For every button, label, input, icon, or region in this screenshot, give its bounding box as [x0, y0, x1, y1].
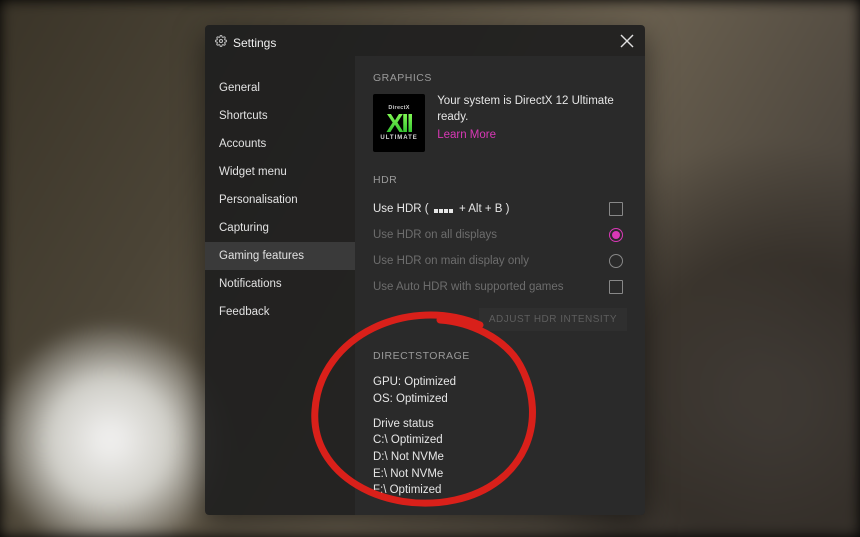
sidebar-item-label: Widget menu: [219, 166, 287, 178]
ds-drive-e: E:\ Not NVMe: [373, 466, 627, 483]
windows-key-icon: [434, 209, 454, 214]
sidebar-item-label: Personalisation: [219, 194, 298, 206]
sidebar-item-label: General: [219, 82, 260, 94]
sidebar-item-label: Feedback: [219, 306, 270, 318]
gear-icon: [215, 35, 227, 50]
settings-window: Settings General Shortcuts Accounts Widg…: [205, 25, 645, 515]
directstorage-section-header: DIRECTSTORAGE: [373, 349, 627, 364]
use-hdr-row: Use HDR ( + Alt + B ): [373, 196, 627, 222]
ds-gpu-status: GPU: Optimized: [373, 374, 627, 391]
sidebar-item-label: Shortcuts: [219, 110, 268, 122]
sidebar-item-capturing[interactable]: Capturing: [205, 214, 355, 242]
sidebar: General Shortcuts Accounts Widget menu P…: [205, 56, 355, 515]
sidebar-item-general[interactable]: General: [205, 74, 355, 102]
ds-os-status: OS: Optimized: [373, 391, 627, 408]
directx-status-text: Your system is DirectX 12 Ultimate ready…: [437, 94, 627, 125]
titlebar: Settings: [205, 25, 645, 56]
hdr-main-display-radio[interactable]: [609, 254, 623, 268]
adjust-hdr-intensity-button[interactable]: ADJUST HDR INTENSITY: [479, 308, 627, 331]
directstorage-section: DIRECTSTORAGE GPU: Optimized OS: Optimiz…: [373, 349, 627, 499]
sidebar-item-notifications[interactable]: Notifications: [205, 270, 355, 298]
ds-drive-c: C:\ Optimized: [373, 432, 627, 449]
auto-hdr-checkbox[interactable]: [609, 280, 623, 294]
ds-drive-d: D:\ Not NVMe: [373, 449, 627, 466]
window-title: Settings: [233, 36, 276, 50]
content-pane: GRAPHICS DirectX XII ULTIMATE Your syste…: [355, 56, 645, 515]
sidebar-item-feedback[interactable]: Feedback: [205, 298, 355, 326]
sidebar-item-shortcuts[interactable]: Shortcuts: [205, 102, 355, 130]
sidebar-item-gaming-features[interactable]: Gaming features: [205, 242, 355, 270]
directx-badge: DirectX XII ULTIMATE: [373, 94, 425, 152]
hdr-all-displays-radio[interactable]: [609, 228, 623, 242]
hdr-main-display-row: Use HDR on main display only: [373, 248, 627, 274]
hdr-all-displays-row: Use HDR on all displays: [373, 222, 627, 248]
ds-drive-f: F:\ Optimized: [373, 482, 627, 499]
sidebar-item-accounts[interactable]: Accounts: [205, 130, 355, 158]
close-button[interactable]: [619, 33, 635, 52]
sidebar-item-personalisation[interactable]: Personalisation: [205, 186, 355, 214]
sidebar-item-label: Notifications: [219, 278, 282, 290]
sidebar-item-label: Accounts: [219, 138, 266, 150]
sidebar-item-label: Capturing: [219, 222, 269, 234]
ds-drive-status-header: Drive status: [373, 416, 627, 433]
sidebar-item-widget-menu[interactable]: Widget menu: [205, 158, 355, 186]
learn-more-link[interactable]: Learn More: [437, 129, 496, 141]
graphics-section-header: GRAPHICS: [373, 72, 627, 84]
hdr-section-header: HDR: [373, 174, 627, 186]
sidebar-item-label: Gaming features: [219, 250, 304, 262]
use-hdr-checkbox[interactable]: [609, 202, 623, 216]
auto-hdr-row: Use Auto HDR with supported games: [373, 274, 627, 300]
